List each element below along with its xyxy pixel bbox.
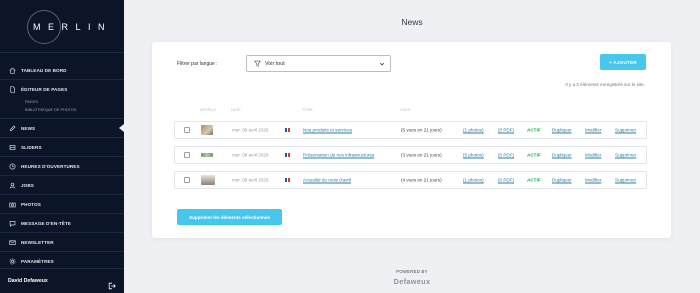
row-date: mer. 08 avril 2026: [232, 127, 269, 133]
camera-icon: [8, 200, 16, 208]
sidebar-item-label: NEWS: [21, 125, 36, 131]
page-icon: [8, 85, 16, 93]
duplicate-link[interactable]: Dupliquer: [552, 128, 572, 133]
user-icon: [8, 181, 16, 189]
sidebar-item-label: JOBS: [21, 182, 34, 188]
row-checkbox[interactable]: [184, 177, 190, 183]
sidebar-item-label: ÉDITEUR DE PAGES: [21, 86, 68, 92]
row-pdf-link[interactable]: (0 PDF): [498, 128, 514, 133]
sidebar-item-label: NEWSLETTER: [21, 239, 54, 245]
edit-link[interactable]: Modifier: [585, 178, 601, 183]
powered-by-label: POWERED BY: [396, 269, 428, 274]
table-row: mer. 08 avril 2026 Présentation de nos i…: [174, 146, 647, 164]
edit-link[interactable]: Modifier: [585, 153, 601, 158]
gear-icon: [8, 257, 16, 265]
user-name: David Defaweux: [8, 278, 48, 284]
status-badge[interactable]: ACTIF: [527, 128, 541, 133]
row-checkbox[interactable]: [184, 152, 190, 158]
table-row: mer. 08 avril 2026 Nos produits et servi…: [174, 121, 647, 139]
clock-icon: [8, 162, 16, 170]
sidebar-item-sliders[interactable]: SLIDERS: [0, 138, 124, 156]
page-title: News: [401, 17, 423, 27]
row-title-link[interactable]: Présentation de nos infrastructures: [303, 153, 374, 158]
french-flag-icon: [285, 128, 291, 132]
filter-icon: [254, 60, 261, 67]
edit-link[interactable]: Modifier: [585, 128, 601, 133]
row-photos-link[interactable]: (1 photos): [463, 128, 484, 133]
sidebar-subitem-photo-library[interactable]: BIBLIOTHÈQUE DE PHOTOS: [0, 106, 124, 114]
sidebar-item-label: SLIDERS: [21, 144, 42, 150]
row-title-link[interactable]: Actualité du mois d'avril: [303, 178, 351, 183]
sidebar-item-newsletter[interactable]: NEWSLETTER: [0, 233, 124, 251]
home-icon: [8, 66, 16, 74]
filter-value: Voir tout: [265, 60, 285, 67]
row-checkbox[interactable]: [184, 127, 190, 133]
row-views: (3 vues en 21 jours): [401, 152, 442, 158]
french-flag-icon: [285, 153, 291, 157]
sidebar-item-label: TABLEAU DE BORD: [21, 67, 67, 73]
mail-icon: [8, 238, 16, 246]
delete-link[interactable]: Supprimer: [615, 178, 636, 183]
row-pdf-link[interactable]: (0 PDF): [498, 153, 514, 158]
delete-link[interactable]: Supprimer: [615, 153, 636, 158]
sidebar-item-label: PARAMÈTRES: [21, 258, 54, 264]
sidebar-item-page-editor[interactable]: ÉDITEUR DE PAGES: [0, 80, 124, 98]
delete-selected-button[interactable]: Supprimer les éléments sélectionnés: [177, 209, 282, 225]
brand-logo[interactable]: MERLIN: [0, 0, 124, 53]
table-row: mer. 08 avril 2026 Actualité du mois d'a…: [174, 171, 647, 189]
row-photos-link[interactable]: (5 photos): [463, 153, 484, 158]
chevron-down-icon: [379, 61, 385, 67]
sidebar: MERLIN TABLEAU DE BORD ÉDITEUR DE PAGES …: [0, 0, 124, 293]
add-button[interactable]: + AJOUTER: [600, 54, 646, 70]
french-flag-icon: [285, 178, 291, 182]
column-preview: APERÇU: [200, 108, 216, 112]
slider-icon: [8, 143, 16, 151]
message-icon: [8, 219, 16, 227]
pencil-icon: [8, 124, 16, 132]
row-date: mer. 08 avril 2026: [232, 152, 269, 158]
sidebar-item-label: HEURES D'OUVERTURES: [21, 163, 80, 169]
user-bar: David Defaweux: [0, 268, 124, 293]
sidebar-item-label: MESSAGE D'EN-TÊTE: [21, 220, 72, 226]
sidebar-item-opening-hours[interactable]: HEURES D'OUVERTURES: [0, 157, 124, 175]
news-card: Filtrer par langue : Voir tout + AJOUTER…: [152, 42, 671, 238]
table-header: APERÇU DATE TITRE VUES: [174, 108, 648, 116]
row-views: (5 vues en 21 jours): [401, 127, 442, 133]
column-views: VUES: [400, 108, 411, 112]
row-thumbnail: [201, 175, 215, 185]
footer-brand-link[interactable]: Defaweux: [124, 277, 700, 286]
row-date: mer. 08 avril 2026: [232, 177, 269, 183]
duplicate-link[interactable]: Dupliquer: [552, 153, 572, 158]
record-count: Il y a 3 éléments enregistrés sur le sit…: [565, 82, 645, 87]
row-views: (4 vues en 21 jours): [401, 177, 442, 183]
row-photos-link[interactable]: (1 photos): [463, 178, 484, 183]
column-date: DATE: [231, 108, 241, 112]
sidebar-item-news[interactable]: NEWS: [0, 119, 124, 137]
sidebar-item-jobs[interactable]: JOBS: [0, 176, 124, 194]
logo-text: MERLIN: [33, 22, 113, 32]
sidebar-item-header-message[interactable]: MESSAGE D'EN-TÊTE: [0, 214, 124, 232]
logout-icon[interactable]: [108, 277, 116, 290]
row-thumbnail: [201, 125, 213, 135]
sidebar-item-dashboard[interactable]: TABLEAU DE BORD: [0, 61, 124, 79]
row-title-link[interactable]: Nos produits et services: [303, 128, 352, 133]
delete-link[interactable]: Supprimer: [615, 128, 636, 133]
language-filter-select[interactable]: Voir tout: [246, 55, 391, 72]
status-badge[interactable]: ACTIF: [527, 153, 541, 158]
status-badge[interactable]: ACTIF: [527, 178, 541, 183]
duplicate-link[interactable]: Dupliquer: [552, 178, 572, 183]
row-thumbnail: [201, 153, 213, 157]
sidebar-item-label: PHOTOS: [21, 201, 41, 207]
filter-label: Filtrer par langue :: [177, 61, 218, 67]
row-pdf-link[interactable]: (0 PDF): [498, 178, 514, 183]
column-title: TITRE: [302, 108, 313, 112]
sidebar-item-photos[interactable]: PHOTOS: [0, 195, 124, 213]
sidebar-subitem-pages[interactable]: PAGES: [0, 98, 124, 106]
